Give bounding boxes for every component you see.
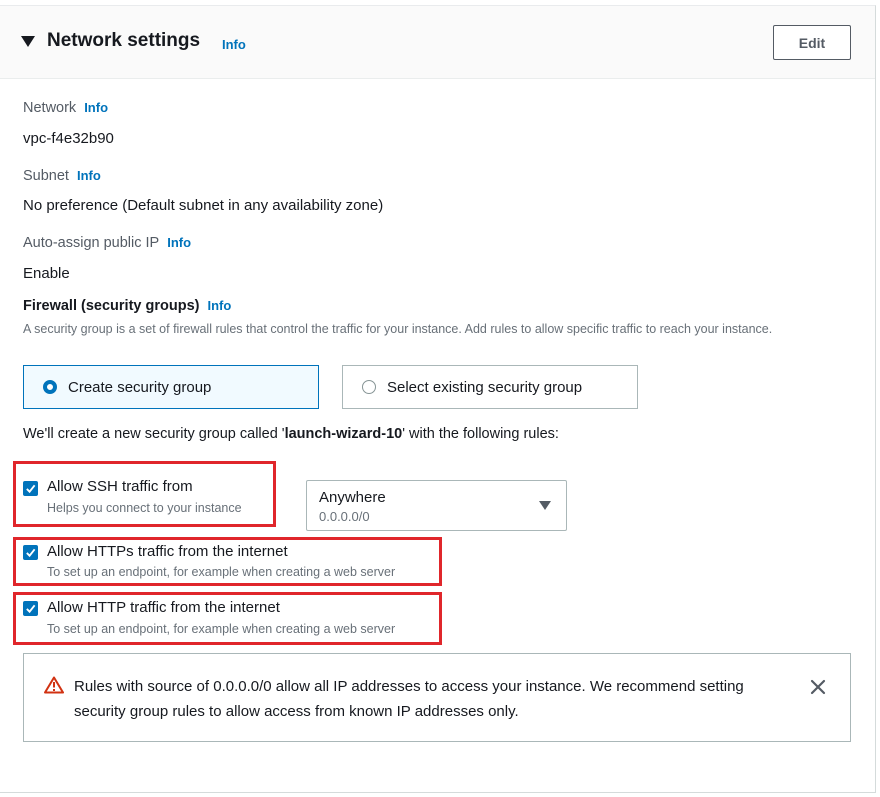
checkmark-icon — [26, 548, 36, 558]
http-rule-checkbox[interactable] — [23, 601, 38, 616]
public-ip-value: Enable — [23, 265, 70, 282]
http-rule-label: Allow HTTP traffic from the internet — [47, 599, 280, 616]
https-rule-description: To set up an endpoint, for example when … — [47, 565, 396, 579]
firewall-description: A security group is a set of firewall ru… — [23, 322, 773, 336]
radio-unselected-icon[interactable] — [362, 380, 376, 394]
subnet-info-link[interactable]: Info — [77, 168, 101, 183]
firewall-title-text: Firewall (security groups) — [23, 298, 200, 314]
radio-selected-icon[interactable] — [43, 380, 57, 394]
dropdown-caret-icon — [539, 501, 551, 510]
checkmark-icon — [26, 604, 36, 614]
create-security-group-label: Create security group — [68, 378, 212, 396]
warning-alert: Rules with source of 0.0.0.0/0 allow all… — [23, 653, 851, 742]
security-group-summary: We'll create a new security group called… — [23, 426, 559, 442]
network-settings-info-link[interactable]: Info — [222, 37, 246, 52]
firewall-info-link[interactable]: Info — [207, 298, 231, 313]
ssh-source-detail: 0.0.0.0/0 — [319, 509, 370, 524]
summary-prefix: We'll create a new security group called… — [23, 426, 285, 442]
ssh-rule-checkbox[interactable] — [23, 481, 38, 496]
public-ip-info-link[interactable]: Info — [167, 235, 191, 250]
https-rule-checkbox[interactable] — [23, 545, 38, 560]
public-ip-label-text: Auto-assign public IP — [23, 235, 160, 251]
edit-button[interactable]: Edit — [773, 25, 851, 60]
warning-message: Rules with source of 0.0.0.0/0 allow all… — [74, 678, 744, 720]
firewall-title: Firewall (security groups) Info — [23, 298, 231, 314]
network-label-text: Network — [23, 100, 77, 116]
ssh-rule-description: Helps you connect to your instance — [47, 501, 242, 515]
security-group-name: launch-wizard-10 — [284, 426, 403, 442]
select-existing-security-group-label: Select existing security group — [387, 378, 583, 396]
https-rule-label: Allow HTTPs traffic from the internet — [47, 543, 288, 560]
panel-title: Network settings — [47, 30, 201, 51]
ssh-source-select[interactable]: Anywhere 0.0.0.0/0 — [306, 480, 567, 531]
network-value: vpc-f4e32b90 — [23, 130, 114, 147]
checkmark-icon — [26, 484, 36, 494]
ssh-source-selected: Anywhere — [319, 489, 386, 506]
warning-icon — [44, 676, 64, 694]
close-icon[interactable] — [809, 678, 827, 696]
collapse-caret-icon[interactable] — [21, 36, 35, 47]
network-info-link[interactable]: Info — [84, 100, 108, 115]
ssh-rule-label: Allow SSH traffic from — [47, 478, 193, 495]
public-ip-label: Auto-assign public IP Info — [23, 235, 191, 251]
http-rule-description: To set up an endpoint, for example when … — [47, 622, 396, 636]
subnet-label-text: Subnet — [23, 168, 69, 184]
create-security-group-option[interactable]: Create security group — [23, 365, 319, 409]
network-label: Network Info — [23, 100, 108, 116]
subnet-label: Subnet Info — [23, 168, 101, 184]
summary-suffix: ' with the following rules: — [402, 426, 559, 442]
subnet-value: No preference (Default subnet in any ava… — [23, 197, 384, 214]
panel-header: Network settings Info Edit — [0, 6, 875, 79]
select-existing-security-group-option[interactable]: Select existing security group — [342, 365, 638, 409]
